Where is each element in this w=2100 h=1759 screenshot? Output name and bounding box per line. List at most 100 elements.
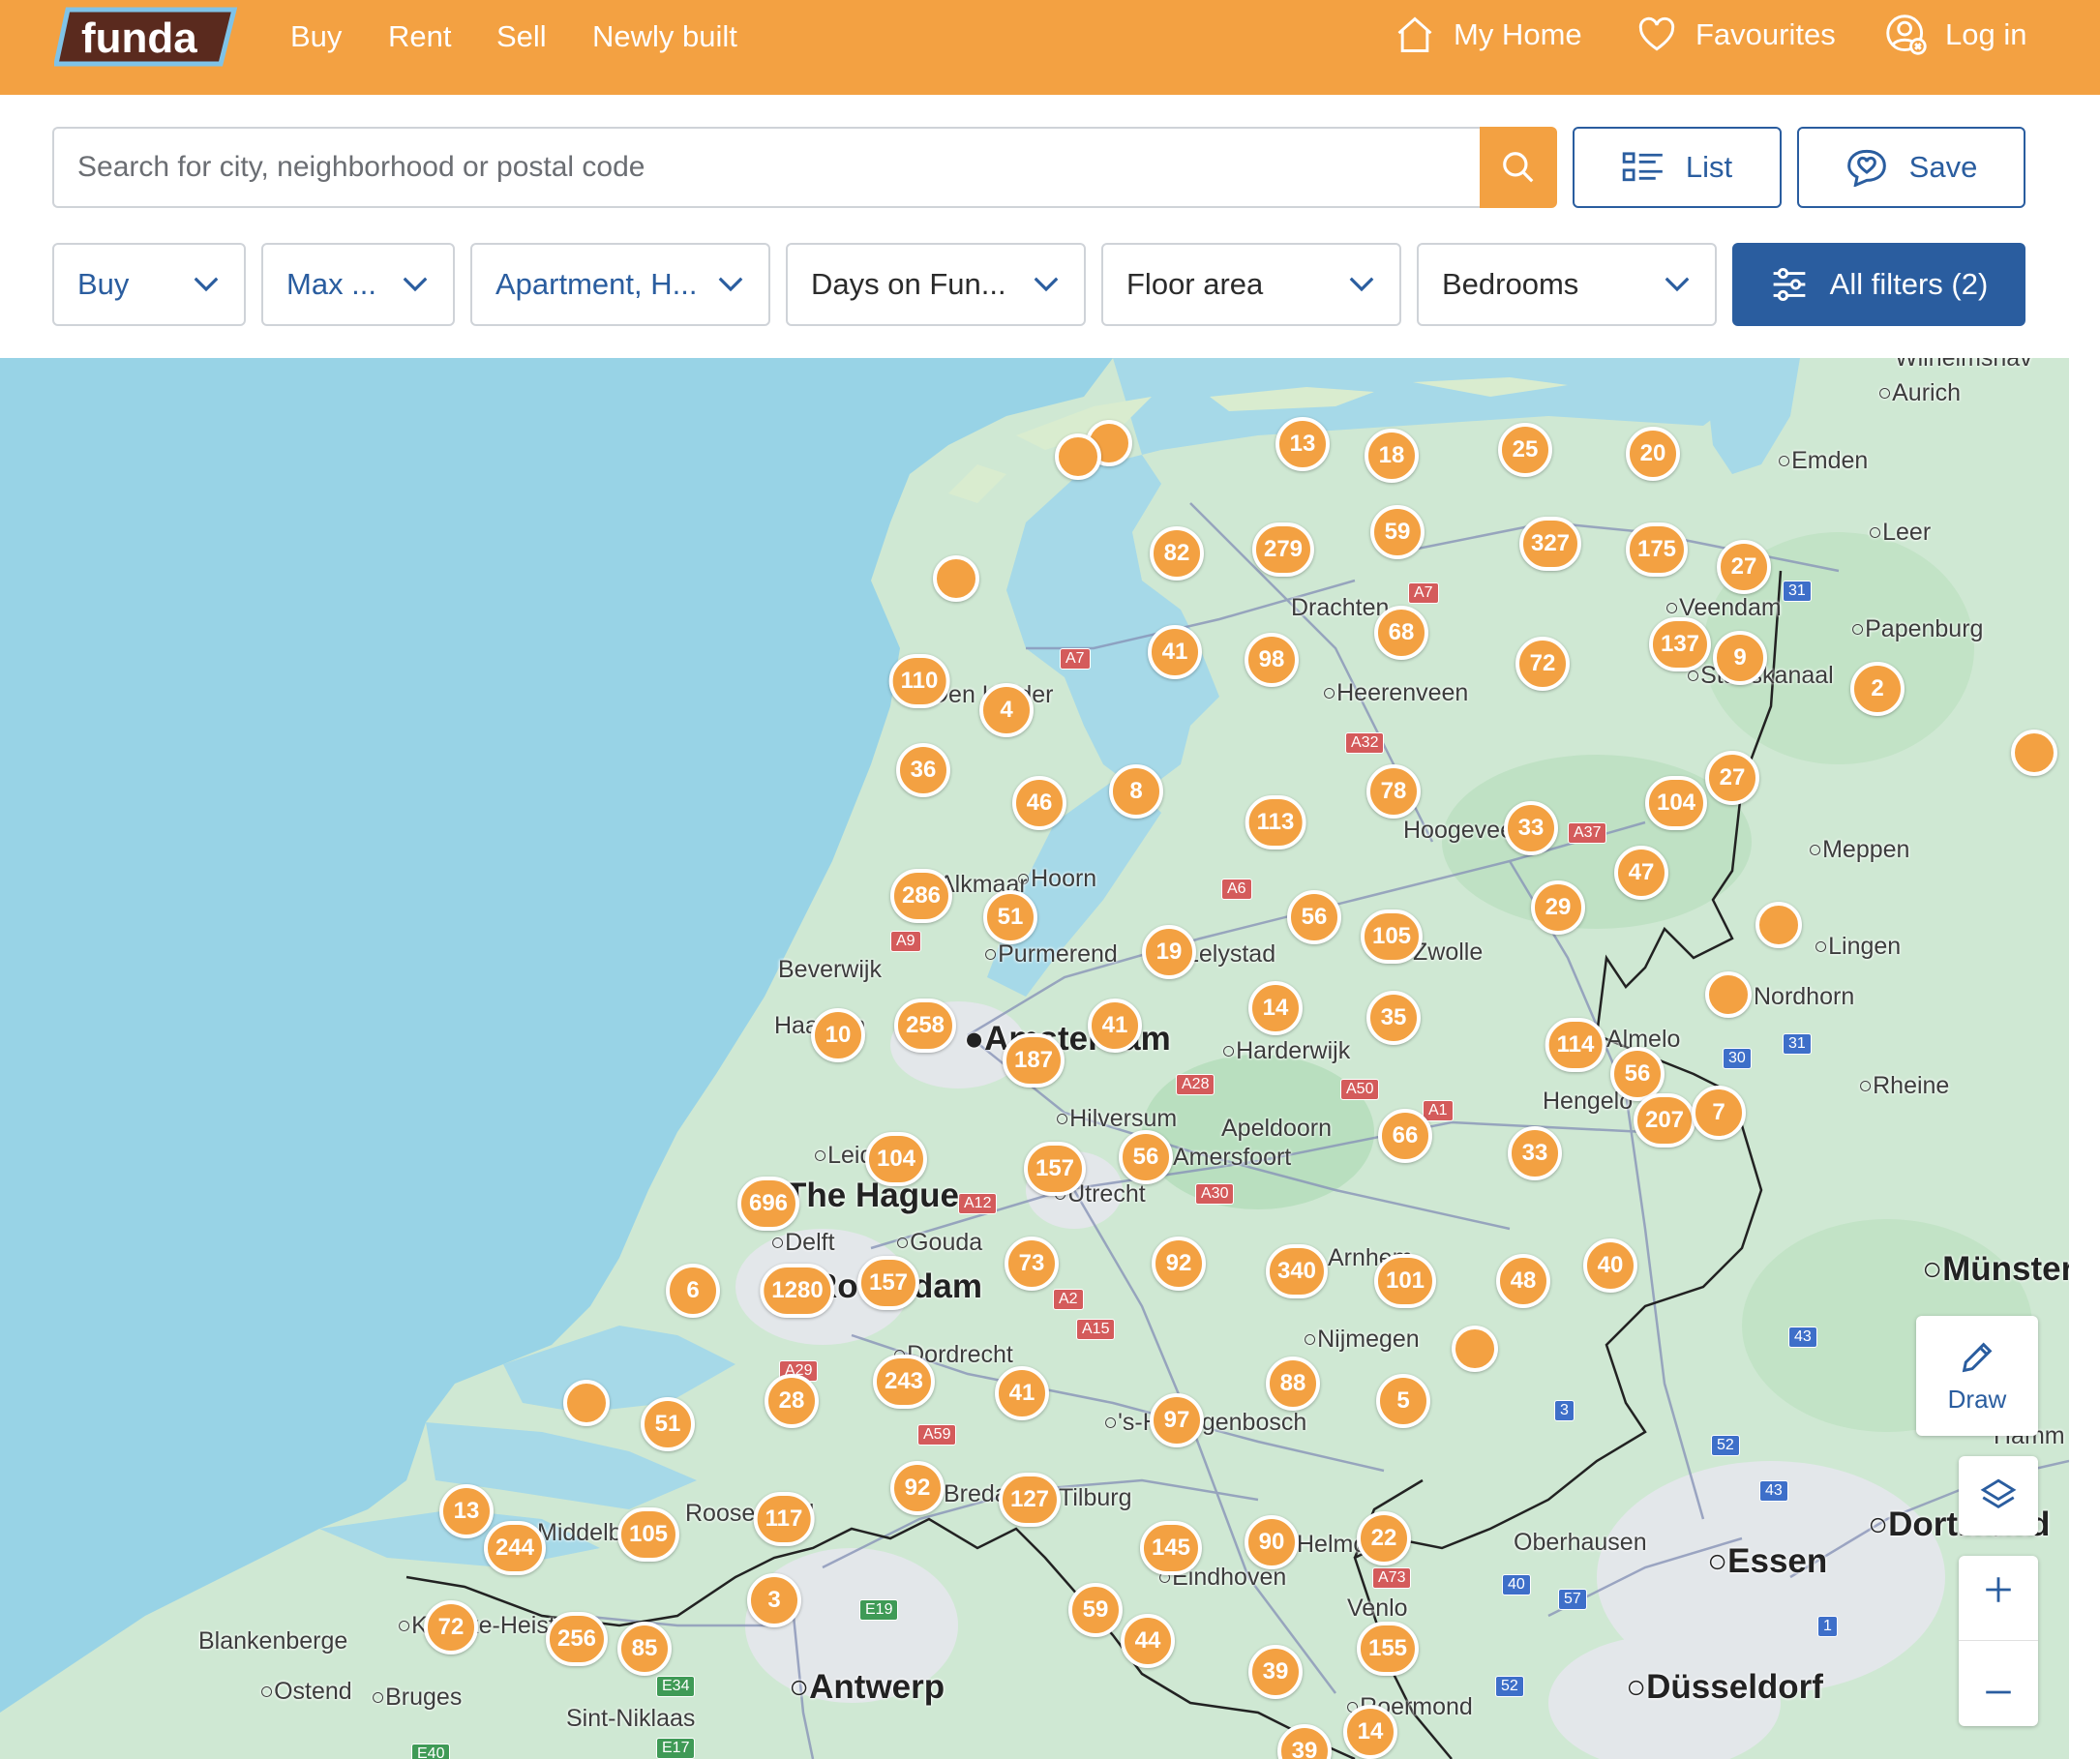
listing-cluster[interactable]: 27	[1705, 751, 1759, 805]
listing-cluster[interactable]: 46	[1012, 776, 1066, 830]
filter-buy[interactable]: Buy	[52, 243, 246, 326]
listing-cluster[interactable]: 20	[1626, 427, 1680, 481]
save-search-button[interactable]: Save	[1797, 127, 2025, 208]
filter-floor-area[interactable]: Floor area	[1101, 243, 1401, 326]
listing-cluster[interactable]: 1280	[760, 1264, 835, 1318]
listing-cluster[interactable]: 90	[1245, 1515, 1299, 1569]
zoom-in-icon[interactable]	[1982, 1573, 2015, 1606]
listing-cluster[interactable]: 47	[1614, 846, 1668, 900]
listing-cluster[interactable]: 105	[616, 1507, 680, 1562]
listing-cluster[interactable]: 25	[1498, 423, 1552, 477]
listing-cluster[interactable]: 29	[1531, 880, 1585, 935]
listing-cluster[interactable]: 9	[1713, 631, 1767, 685]
listing-cluster[interactable]: 117	[753, 1492, 815, 1546]
listing-cluster[interactable]: 244	[483, 1521, 547, 1575]
list-button[interactable]: List	[1573, 127, 1782, 208]
listing-cluster[interactable]: 155	[1356, 1622, 1420, 1676]
listing-cluster[interactable]: 2	[1850, 662, 1905, 716]
listing-cluster[interactable]: 92	[1152, 1237, 1206, 1291]
listing-cluster[interactable]: 104	[1644, 776, 1708, 830]
listing-cluster[interactable]: 696	[736, 1177, 800, 1231]
listing-cluster[interactable]: 82	[1150, 526, 1204, 581]
listing-cluster[interactable]: 41	[1088, 999, 1142, 1053]
listing-cluster[interactable]: 72	[424, 1600, 478, 1655]
listing-cluster[interactable]: 78	[1366, 764, 1421, 819]
search-field[interactable]	[52, 127, 1480, 208]
listing-cluster[interactable]: 13	[1275, 417, 1330, 471]
listing-cluster[interactable]: 110	[888, 654, 950, 708]
draw-button[interactable]: Draw	[1916, 1316, 2038, 1436]
listing-cluster[interactable]: 10	[811, 1008, 865, 1062]
listing-cluster[interactable]: 145	[1139, 1521, 1203, 1575]
listing-cluster[interactable]: 340	[1265, 1244, 1329, 1298]
listing-cluster[interactable]: 56	[1287, 890, 1341, 944]
listing-cluster[interactable]: 22	[1357, 1511, 1411, 1565]
listing-dot[interactable]	[563, 1380, 610, 1426]
listing-cluster[interactable]: 35	[1366, 991, 1421, 1045]
listing-cluster[interactable]: 59	[1370, 505, 1425, 559]
listing-cluster[interactable]: 5	[1376, 1374, 1430, 1428]
listing-cluster[interactable]: 7	[1692, 1086, 1746, 1140]
listing-cluster[interactable]: 28	[765, 1374, 819, 1428]
listing-cluster[interactable]: 14	[1248, 981, 1303, 1035]
funda-logo[interactable]: funda	[54, 6, 238, 68]
listing-cluster[interactable]: 243	[872, 1355, 936, 1409]
listing-cluster[interactable]: 6	[666, 1264, 720, 1318]
filter-bedrooms[interactable]: Bedrooms	[1417, 243, 1717, 326]
search-button[interactable]	[1480, 127, 1557, 208]
listing-cluster[interactable]: 41	[1148, 625, 1202, 679]
listing-cluster[interactable]: 8	[1109, 764, 1163, 819]
listing-dot[interactable]	[933, 555, 979, 602]
listing-cluster[interactable]: 114	[1545, 1018, 1606, 1072]
listing-cluster[interactable]: 59	[1068, 1583, 1123, 1637]
listing-cluster[interactable]: 113	[1245, 795, 1306, 850]
listing-cluster[interactable]: 51	[641, 1397, 695, 1451]
listing-cluster[interactable]: 44	[1121, 1614, 1175, 1668]
listing-cluster[interactable]: 13	[439, 1484, 494, 1538]
listing-dot[interactable]	[1755, 902, 1802, 948]
listing-cluster[interactable]: 40	[1583, 1238, 1637, 1293]
listing-cluster[interactable]: 256	[545, 1612, 609, 1666]
listing-cluster[interactable]: 88	[1266, 1357, 1320, 1411]
nav-newly-built[interactable]: Newly built	[592, 19, 737, 54]
listing-cluster[interactable]: 157	[856, 1256, 920, 1310]
listing-cluster[interactable]: 51	[983, 890, 1037, 944]
listing-cluster[interactable]: 66	[1378, 1109, 1432, 1163]
my-home-link[interactable]: My Home	[1394, 14, 1582, 56]
listing-dot[interactable]	[1055, 433, 1101, 480]
listing-cluster[interactable]: 56	[1119, 1130, 1173, 1184]
listing-cluster[interactable]: 207	[1633, 1093, 1696, 1148]
filter-price[interactable]: Max ...	[261, 243, 455, 326]
listing-cluster[interactable]: 286	[889, 869, 953, 923]
listing-cluster[interactable]: 101	[1373, 1254, 1437, 1308]
nav-buy[interactable]: Buy	[290, 19, 342, 54]
listing-cluster[interactable]: 92	[890, 1461, 945, 1515]
listing-cluster[interactable]: 18	[1365, 429, 1419, 483]
listing-cluster[interactable]: 72	[1515, 637, 1570, 691]
map-layers-button[interactable]	[1959, 1456, 2038, 1535]
listing-cluster[interactable]: 48	[1496, 1254, 1550, 1308]
listing-dot[interactable]	[2011, 730, 2057, 776]
listing-cluster[interactable]: 104	[864, 1132, 928, 1186]
search-input[interactable]	[54, 129, 1480, 206]
listing-cluster[interactable]: 41	[995, 1366, 1049, 1420]
listing-cluster[interactable]: 19	[1142, 925, 1196, 979]
nav-rent[interactable]: Rent	[388, 19, 451, 54]
filter-property-type[interactable]: Apartment, H...	[470, 243, 770, 326]
listing-cluster[interactable]: 279	[1251, 522, 1315, 577]
listing-cluster[interactable]: 14	[1343, 1705, 1397, 1759]
listing-cluster[interactable]: 105	[1360, 909, 1424, 964]
listing-cluster[interactable]: 175	[1625, 522, 1689, 577]
listing-cluster[interactable]: 187	[1002, 1033, 1065, 1088]
listing-cluster[interactable]: 33	[1504, 801, 1558, 855]
listing-cluster[interactable]: 97	[1150, 1393, 1204, 1447]
listing-cluster[interactable]: 33	[1508, 1126, 1562, 1180]
listing-cluster[interactable]: 39	[1248, 1645, 1303, 1699]
listing-cluster[interactable]: 258	[893, 999, 957, 1053]
listing-cluster[interactable]: 27	[1717, 540, 1771, 594]
filter-days-on-funda[interactable]: Days on Fun...	[786, 243, 1086, 326]
listing-cluster[interactable]: 127	[998, 1473, 1062, 1527]
listing-cluster[interactable]: 36	[896, 743, 950, 797]
listing-cluster[interactable]: 4	[979, 683, 1034, 737]
listing-cluster[interactable]: 98	[1245, 633, 1299, 687]
